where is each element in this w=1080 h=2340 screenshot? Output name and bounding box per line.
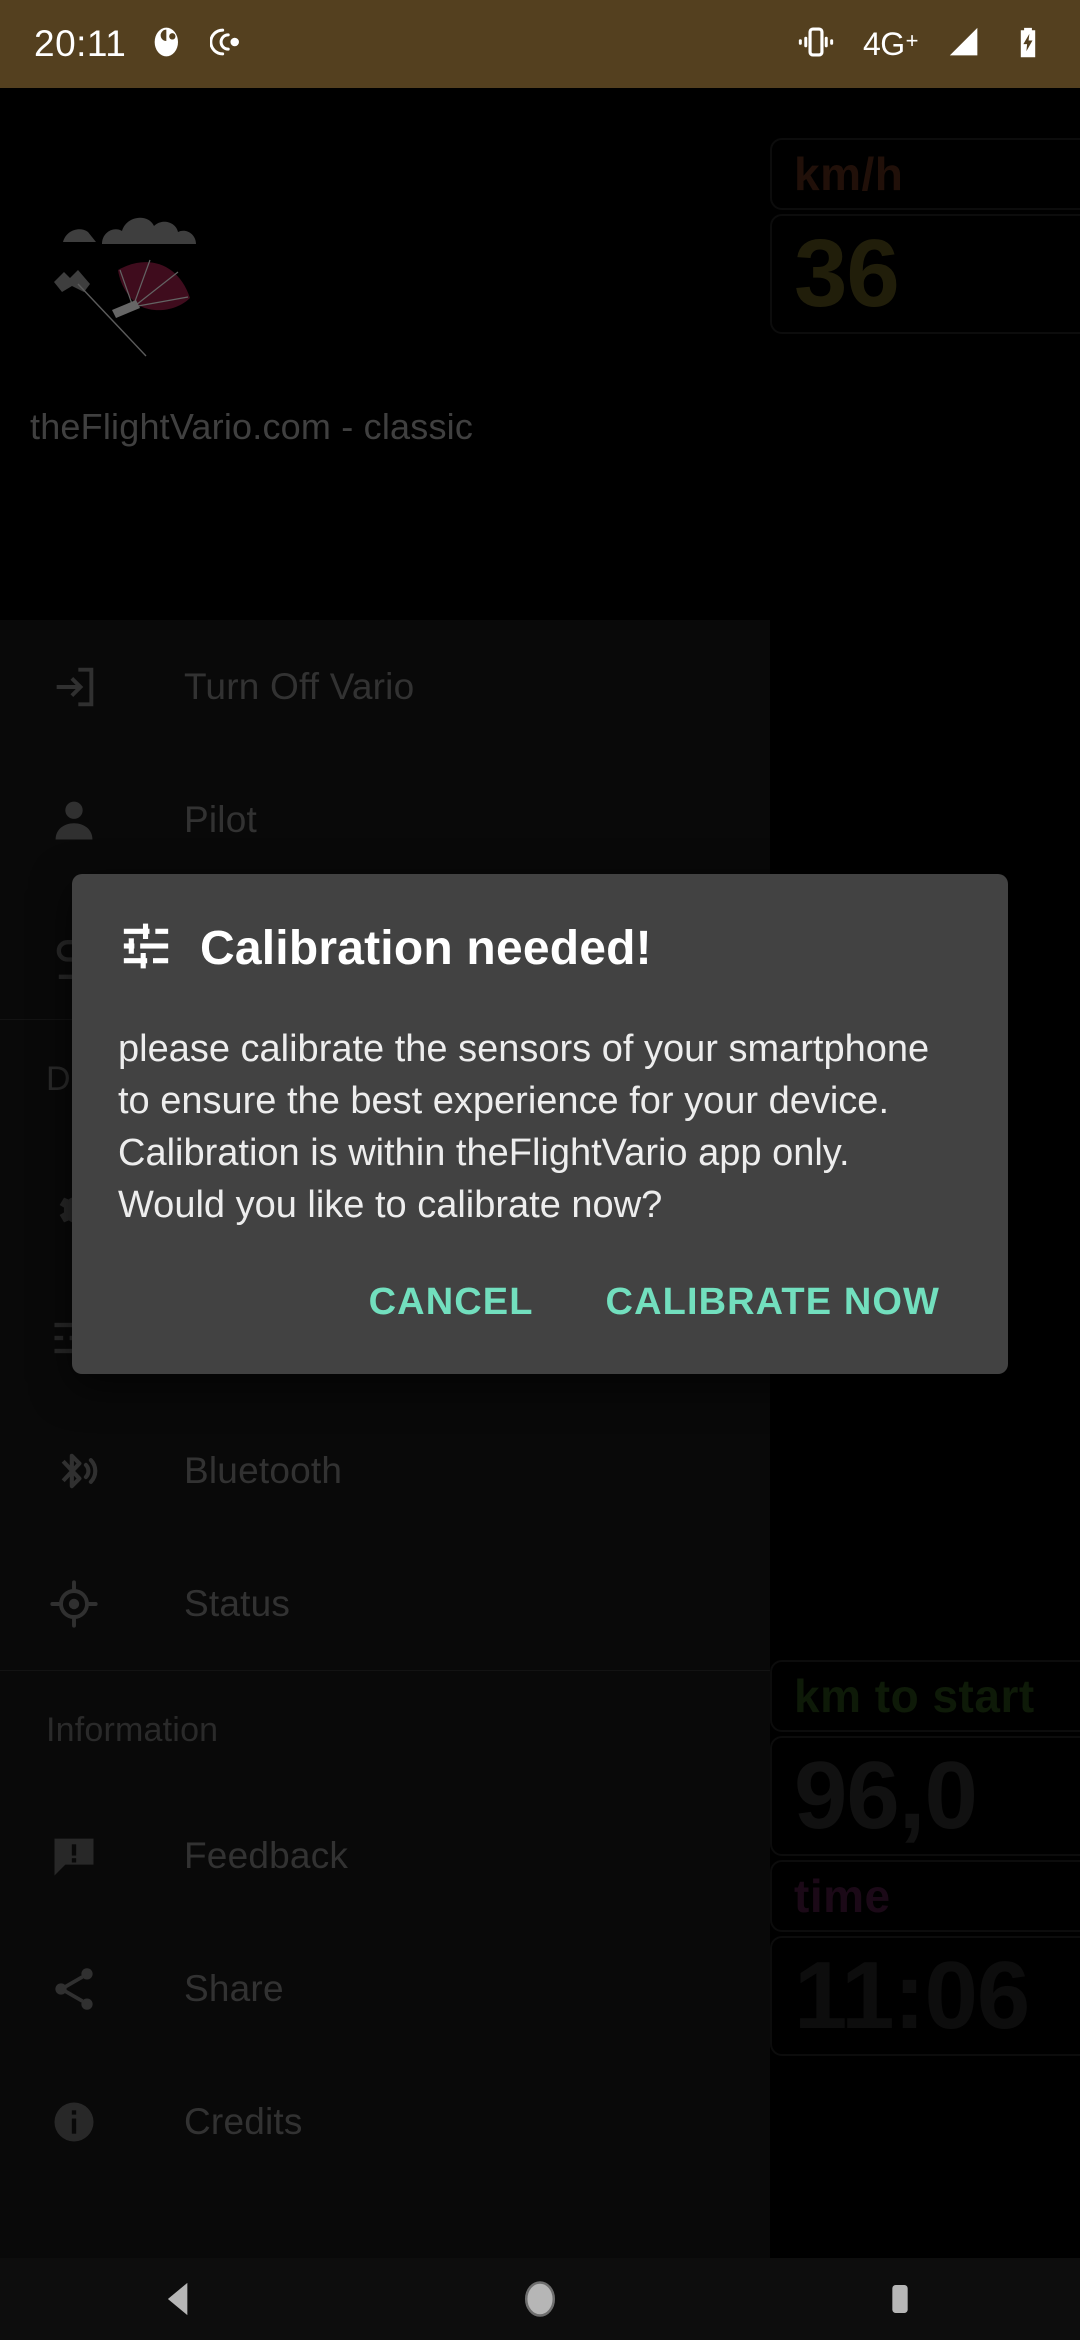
dialog-actions: CANCEL CALIBRATE NOW <box>72 1231 1008 1374</box>
calibration-dialog: Calibration needed! please calibrate the… <box>72 874 1008 1374</box>
vibrate-icon <box>795 21 837 68</box>
dialog-header: Calibration needed! <box>72 918 1008 979</box>
signal-strength-icon <box>944 22 984 67</box>
network-type-label: 4G + <box>862 26 919 62</box>
back-button[interactable] <box>110 2258 250 2340</box>
dialog-title: Calibration needed! <box>200 922 652 975</box>
status-clock: 20:11 <box>34 23 127 64</box>
status-bar: 20:11 4G + <box>0 0 1080 88</box>
dialog-message: please calibrate the sensors of your sma… <box>118 1028 930 1226</box>
network-type-text: 4G <box>862 26 905 62</box>
network-plus: + <box>905 28 919 53</box>
tune-icon <box>118 918 174 979</box>
android-navigation-bar <box>0 2258 1080 2340</box>
battery-charging-icon <box>1010 24 1046 65</box>
hearing-aid-icon <box>209 23 248 66</box>
recents-button[interactable] <box>830 2258 970 2340</box>
notification-dot-icon <box>148 22 188 67</box>
status-bar-right: 4G + <box>795 21 1046 68</box>
calibrate-now-button[interactable]: CALIBRATE NOW <box>584 1265 962 1340</box>
status-bar-left: 20:11 <box>34 22 248 67</box>
cancel-button[interactable]: CANCEL <box>347 1265 556 1340</box>
home-button[interactable] <box>470 2258 610 2340</box>
